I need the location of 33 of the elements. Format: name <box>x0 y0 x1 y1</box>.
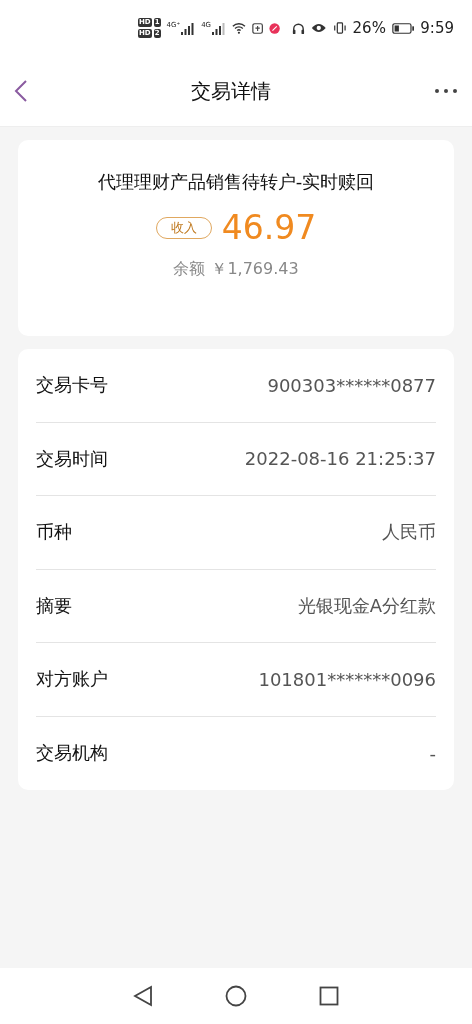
detail-value: 光银现金A分红款 <box>297 593 436 618</box>
notification-icon <box>269 21 281 35</box>
signal-icon <box>212 21 226 35</box>
battery-percent: 26% <box>352 19 386 37</box>
headphones-icon <box>292 20 306 36</box>
detail-value: 2022-08-16 21:25:37 <box>244 448 436 470</box>
detail-value: 101801*******0096 <box>258 668 436 690</box>
balance-label: 余额 <box>173 259 206 280</box>
wifi-icon <box>232 21 246 35</box>
recents-icon[interactable] <box>319 986 339 1006</box>
app-icon <box>251 21 264 35</box>
detail-label: 交易卡号 <box>36 373 108 398</box>
balance-value: ￥1,769.43 <box>211 259 299 280</box>
page-title: 交易详情 <box>191 77 271 105</box>
detail-value: 人民币 <box>382 520 436 545</box>
eye-icon <box>311 22 327 34</box>
clock: 9:59 <box>420 19 454 37</box>
detail-label: 币种 <box>36 520 72 545</box>
detail-label: 摘要 <box>36 593 72 618</box>
home-icon[interactable] <box>225 985 247 1007</box>
detail-label: 对方账户 <box>36 667 108 692</box>
detail-label: 交易时间 <box>36 446 108 471</box>
signal-icon <box>181 21 196 35</box>
detail-value: 900303******0877 <box>267 374 436 396</box>
back-icon[interactable] <box>133 985 153 1007</box>
battery-icon <box>391 21 415 35</box>
vibrate-icon <box>332 21 347 35</box>
detail-value: - <box>429 742 436 764</box>
amount: 46.97 <box>221 208 317 247</box>
transaction-title: 代理理财产品销售待转户-实时赎回 <box>97 170 375 194</box>
more-icon[interactable] <box>434 88 458 94</box>
back-icon[interactable] <box>14 79 28 103</box>
detail-label: 交易机构 <box>36 741 108 766</box>
